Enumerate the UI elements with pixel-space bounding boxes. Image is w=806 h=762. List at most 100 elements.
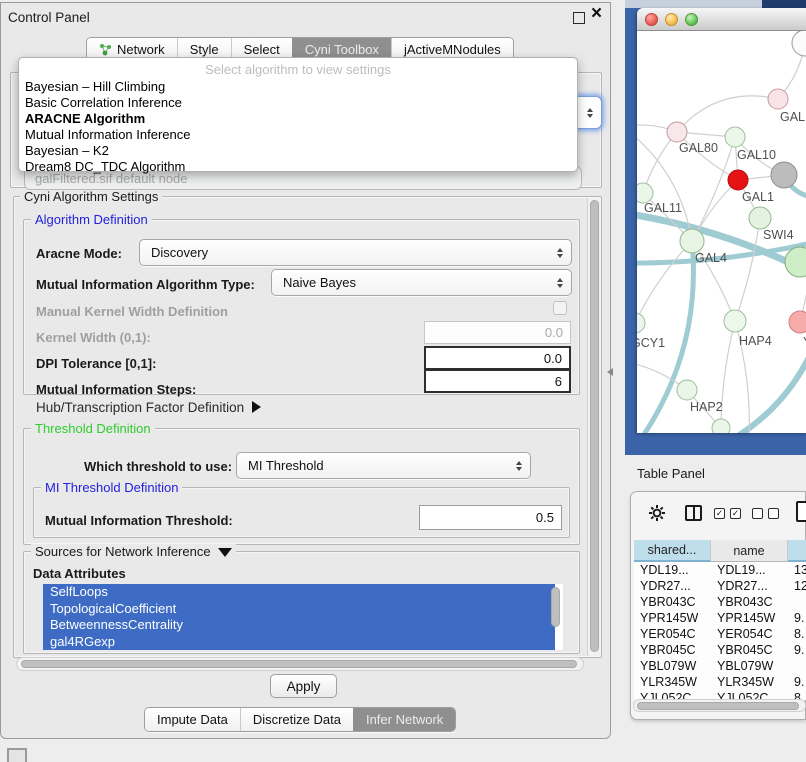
network-node-label: GAL10 xyxy=(737,148,776,162)
mi-algorithm-type-combo[interactable]: Naive Bayes xyxy=(271,269,572,296)
network-node-y[interactable] xyxy=(789,311,806,333)
settings-vertical-scrollbar[interactable] xyxy=(587,198,600,656)
network-canvas[interactable]: GALGAL80GAL10GAL1GAL11SWI4GAL4GCY1HAP4YH… xyxy=(637,31,806,433)
split-columns-icon[interactable] xyxy=(685,505,702,521)
list-item-selected[interactable]: BetweennessCentrality xyxy=(43,617,555,634)
checkbox-unchecked-icon[interactable] xyxy=(752,508,763,519)
network-node-gal[interactable] xyxy=(768,89,788,109)
combo-spinner-icon xyxy=(557,278,563,288)
checkbox-checked-icon[interactable]: ✓ xyxy=(730,508,741,519)
control-panel-title: Control Panel xyxy=(8,10,90,25)
network-edge[interactable] xyxy=(677,96,778,132)
sources-group-label[interactable]: Sources for Network Inference xyxy=(31,544,236,559)
network-view-window: GALGAL80GAL10GAL1GAL11SWI4GAL4GCY1HAP4YH… xyxy=(637,8,806,433)
network-node[interactable] xyxy=(712,419,730,433)
network-node-label: GCY1 xyxy=(637,336,665,350)
dropdown-item[interactable]: Mutual Information Inference xyxy=(19,127,577,143)
table-row[interactable]: YBR045CYBR045C9. xyxy=(634,642,806,658)
column-header-name[interactable]: name xyxy=(711,540,788,562)
gear-icon[interactable] xyxy=(648,504,666,527)
checkbox-unchecked-icon[interactable] xyxy=(768,508,779,519)
document-icon[interactable] xyxy=(796,501,806,522)
table-horizontal-scrollbar-thumb[interactable] xyxy=(637,702,799,710)
zoom-traffic-light-icon[interactable] xyxy=(685,13,698,26)
settings-horizontal-scrollbar-thumb[interactable] xyxy=(21,660,577,668)
dropdown-item[interactable]: Basic Correlation Inference xyxy=(19,95,577,111)
network-node-gal11[interactable] xyxy=(637,183,653,203)
table-cell: 12 xyxy=(788,579,806,593)
data-attributes-list: SelfLoops TopologicalCoefficient Between… xyxy=(43,584,563,650)
combo-spinner-icon xyxy=(557,248,563,258)
table-cell: YBR045C xyxy=(634,643,711,657)
network-node-hap2[interactable] xyxy=(677,380,697,400)
dpi-tolerance-field[interactable]: 0.0 xyxy=(424,346,571,370)
column-header-partial[interactable] xyxy=(788,540,806,562)
dropdown-item-selected[interactable]: ARACNE Algorithm xyxy=(19,111,577,127)
network-node[interactable] xyxy=(771,162,797,188)
tab-infer-network[interactable]: Infer Network xyxy=(353,708,455,731)
tab-discretize-data[interactable]: Discretize Data xyxy=(240,708,353,731)
aracne-mode-combo[interactable]: Discovery xyxy=(139,239,572,266)
dropdown-item[interactable]: Bayesian – Hill Climbing xyxy=(19,79,577,95)
network-node-gal4[interactable] xyxy=(680,229,704,253)
apply-button[interactable]: Apply xyxy=(270,674,337,698)
network-node-swi4[interactable] xyxy=(749,207,771,229)
network-node-gcy1[interactable] xyxy=(637,313,645,333)
mi-threshold-field[interactable]: 0.5 xyxy=(419,505,562,530)
close-traffic-light-icon[interactable] xyxy=(645,13,658,26)
network-edge[interactable] xyxy=(733,353,806,433)
list-item-selected[interactable]: SelfLoops xyxy=(43,584,555,601)
list-item-selected[interactable]: TopologicalCoefficient xyxy=(43,601,555,618)
table-row[interactable]: YER054CYER054C8. xyxy=(634,626,806,642)
table-cell: YBR045C xyxy=(711,643,788,657)
list-item-selected[interactable]: gal4RGexp xyxy=(43,634,555,651)
hub-definition-toggle[interactable]: Hub/Transcription Factor Definition xyxy=(36,400,261,415)
table-row[interactable]: YLR345WYLR345W9. xyxy=(634,674,806,690)
threshold-definition-label: Threshold Definition xyxy=(31,421,155,436)
settings-vertical-scrollbar-thumb[interactable] xyxy=(590,200,599,652)
table-row[interactable]: YBR043CYBR043C xyxy=(634,594,806,610)
network-node-gal10[interactable] xyxy=(725,127,745,147)
dropdown-item[interactable]: Dream8 DC_TDC Algorithm xyxy=(19,159,577,175)
network-edge[interactable] xyxy=(800,149,806,322)
network-edge[interactable] xyxy=(735,218,760,321)
table-horizontal-scrollbar[interactable] xyxy=(633,699,806,712)
mi-algorithm-type-label: Mutual Information Algorithm Type: xyxy=(36,277,255,292)
tab-network-label: Network xyxy=(117,42,165,57)
network-window-titlebar[interactable] xyxy=(637,8,806,31)
table-cell: 9. xyxy=(788,611,806,625)
column-header-shared-name[interactable]: shared... xyxy=(634,540,711,562)
tab-impute-data[interactable]: Impute Data xyxy=(145,708,240,731)
network-edge[interactable] xyxy=(721,321,735,428)
close-icon[interactable]: × xyxy=(591,3,602,25)
network-edge[interactable] xyxy=(637,241,692,323)
manual-kernel-width-checkbox[interactable] xyxy=(553,301,567,315)
dpi-tolerance-label: DPI Tolerance [0,1]: xyxy=(36,356,156,371)
minimize-traffic-light-icon[interactable] xyxy=(665,13,678,26)
checkbox-checked-icon[interactable]: ✓ xyxy=(714,508,725,519)
float-icon[interactable] xyxy=(573,12,585,24)
network-node-gal1[interactable] xyxy=(728,170,748,190)
table-cell: YPR145W xyxy=(711,611,788,625)
list-vertical-scrollbar-thumb[interactable] xyxy=(551,587,560,627)
splitter-handle-icon[interactable] xyxy=(607,368,613,376)
table-row[interactable]: YDL19...YDL19...13 xyxy=(634,562,806,578)
data-attributes-label: Data Attributes xyxy=(33,566,126,581)
network-node-hap4[interactable] xyxy=(724,310,746,332)
table-cell: YBL079W xyxy=(634,659,711,673)
mi-steps-field[interactable]: 6 xyxy=(424,369,571,393)
network-node[interactable] xyxy=(785,247,806,277)
table-row[interactable]: YBL079WYBL079W xyxy=(634,658,806,674)
dropdown-item[interactable]: Bayesian – K2 xyxy=(19,143,577,159)
kernel-width-field[interactable]: 0.0 xyxy=(424,321,571,344)
network-node[interactable] xyxy=(792,31,806,56)
which-threshold-combo[interactable]: MI Threshold xyxy=(236,452,531,479)
table-cell: YPR145W xyxy=(634,611,711,625)
network-node-label: HAP4 xyxy=(739,334,772,348)
table-row[interactable]: YPR145WYPR145W9. xyxy=(634,610,806,626)
settings-horizontal-scrollbar[interactable] xyxy=(16,657,584,671)
table-row[interactable]: YDR27...YDR27...12 xyxy=(634,578,806,594)
mi-steps-label: Mutual Information Steps: xyxy=(36,382,196,397)
network-node-gal80[interactable] xyxy=(667,122,687,142)
minimized-panel-grip[interactable] xyxy=(7,748,27,762)
